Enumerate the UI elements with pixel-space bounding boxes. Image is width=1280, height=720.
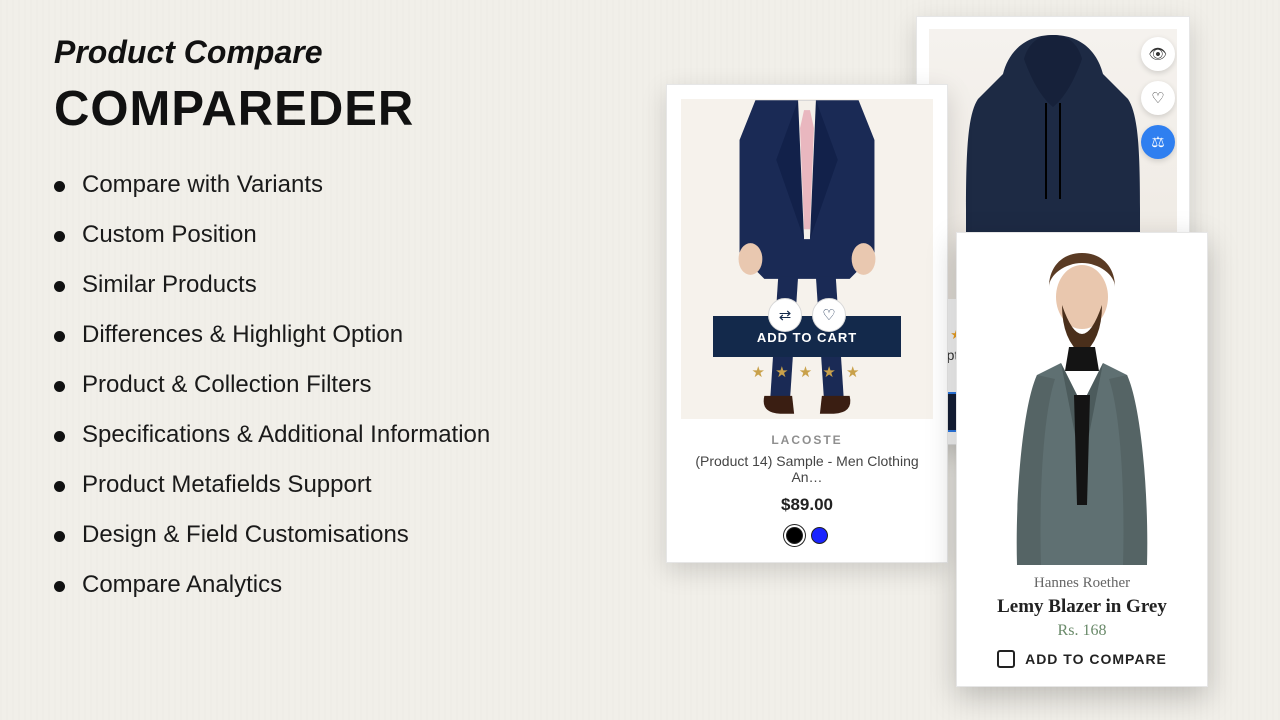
page-title: COMPAREDER [54, 81, 654, 137]
feature-item: Differences & Highlight Option [54, 321, 654, 349]
checkbox-icon[interactable] [997, 650, 1015, 668]
page-subtitle: Product Compare [54, 34, 654, 71]
heart-icon[interactable]: ♡ [1141, 81, 1175, 115]
feature-item: Specifications & Additional Information [54, 421, 654, 449]
color-swatches [681, 527, 933, 544]
feature-item: Custom Position [54, 221, 654, 249]
color-swatch-black[interactable] [786, 527, 803, 544]
compare-icon[interactable]: ⇄ [768, 298, 802, 332]
product-price: Rs. 168 [969, 622, 1195, 640]
add-to-compare-button[interactable]: ADD TO COMPARE [969, 650, 1195, 668]
product-price: $89.00 [681, 495, 933, 515]
add-to-compare-label: ADD TO COMPARE [1025, 651, 1167, 667]
eye-icon[interactable]: 👁 [1141, 37, 1175, 71]
product-title: Lemy Blazer in Grey [969, 596, 1195, 618]
feature-item: Design & Field Customisations [54, 521, 654, 549]
color-swatch-blue[interactable] [811, 527, 828, 544]
product-image: ⇄ ♡ ADD TO CART ★ ★ ★ ★ ★ [681, 99, 933, 419]
feature-item: Compare with Variants [54, 171, 654, 199]
feature-item: Product Metafields Support [54, 471, 654, 499]
heart-icon[interactable]: ♡ [812, 298, 846, 332]
scale-icon[interactable]: ⚖ [1141, 125, 1175, 159]
product-brand: Hannes Roether [969, 575, 1195, 592]
product-card-blazer: Hannes Roether Lemy Blazer in Grey Rs. 1… [956, 232, 1208, 687]
preview-area: 👁 ♡ ⚖ GAI ★ ★ ★ ★ mpton F $440 [654, 28, 1262, 702]
feature-item: Compare Analytics [54, 571, 654, 599]
product-title: (Product 14) Sample - Men Clothing An… [681, 453, 933, 485]
feature-item: Product & Collection Filters [54, 371, 654, 399]
feature-list: Compare with Variants Custom Position Si… [54, 171, 654, 599]
product-image [969, 245, 1195, 565]
rating-stars: ★ ★ ★ ★ ★ [713, 363, 901, 381]
product-brand: LACOSTE [681, 433, 933, 447]
feature-item: Similar Products [54, 271, 654, 299]
product-card-suit: ⇄ ♡ ADD TO CART ★ ★ ★ ★ ★ LACOSTE (Produ… [666, 84, 948, 563]
